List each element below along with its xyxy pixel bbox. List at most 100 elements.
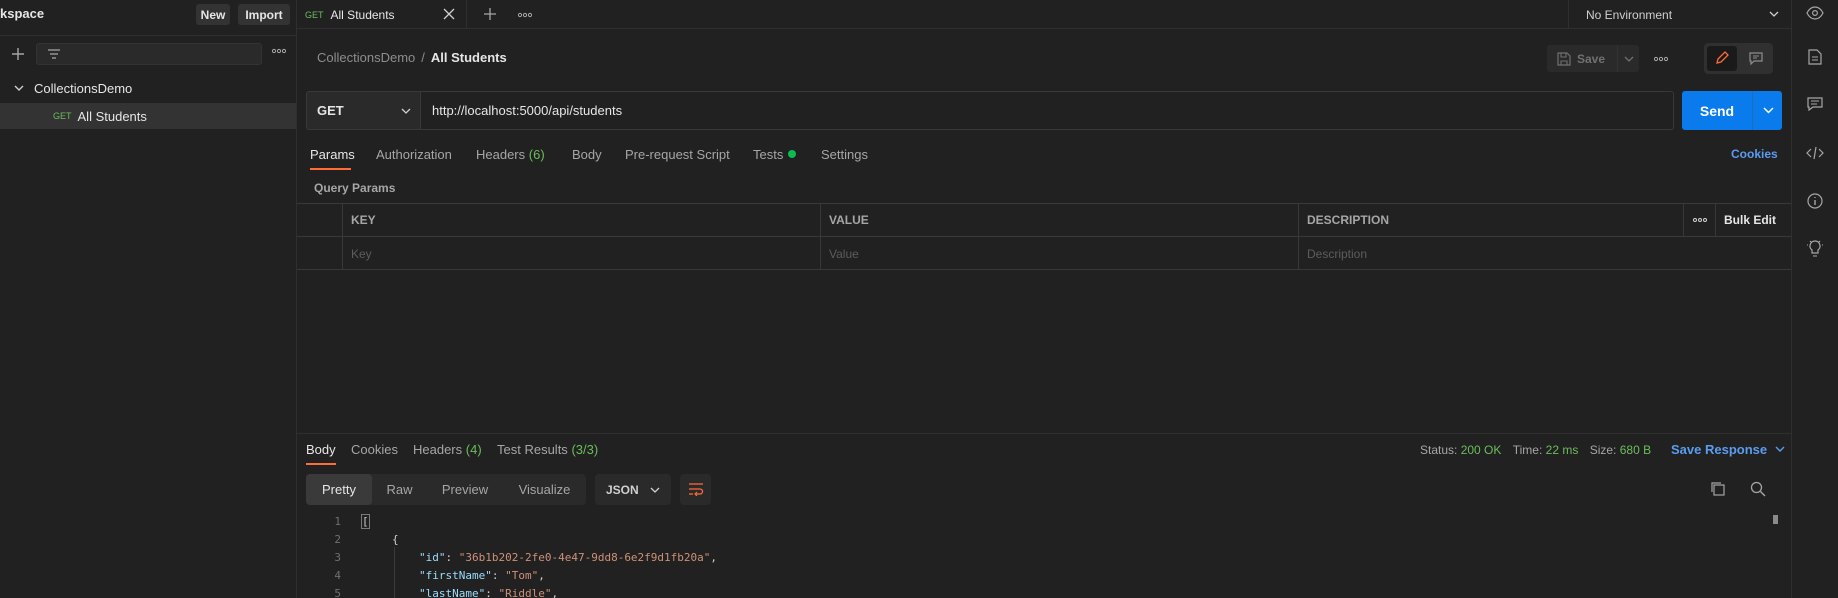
json-key: "id": [419, 551, 446, 564]
filter-icon: [47, 48, 61, 60]
tab-prerequest-script[interactable]: Pre-request Script: [625, 147, 730, 162]
new-button[interactable]: New: [196, 4, 230, 25]
param-key-input[interactable]: Key: [343, 237, 821, 270]
params-row-checkbox: [297, 237, 343, 270]
wrap-icon: [688, 482, 704, 496]
view-pretty-button[interactable]: Pretty: [306, 474, 372, 505]
json-key: "lastName": [419, 587, 486, 598]
sidebar-request-item[interactable]: GET All Students: [0, 103, 296, 129]
response-divider[interactable]: [297, 433, 1791, 434]
save-response-button[interactable]: Save Response: [1671, 442, 1785, 457]
comments-icon[interactable]: [1807, 97, 1823, 111]
breadcrumb-collection[interactable]: CollectionsDemo: [317, 50, 415, 65]
tab-headers-label: Headers: [476, 147, 526, 162]
import-button[interactable]: Import: [238, 4, 290, 25]
response-view-switcher: Pretty Raw Preview Visualize: [306, 474, 586, 505]
line-number: 2: [334, 533, 341, 546]
collection-row[interactable]: CollectionsDemo: [0, 77, 296, 99]
new-tab-icon[interactable]: [483, 7, 497, 21]
line-number: 1: [334, 515, 341, 528]
tab-title: All Students: [330, 7, 395, 22]
params-more-icon[interactable]: [1684, 204, 1716, 237]
cookies-link[interactable]: Cookies: [1731, 147, 1778, 161]
add-collection-icon[interactable]: [10, 46, 26, 62]
view-raw-button[interactable]: Raw: [372, 474, 427, 505]
response-body-viewer[interactable]: 1 [ 2 { 3 "id": "36b1b202-2fe0-4e47-9dd8…: [297, 514, 1777, 598]
tab-authorization[interactable]: Authorization: [376, 147, 452, 162]
chevron-down-icon: [650, 486, 660, 494]
http-method-select[interactable]: GET: [306, 91, 421, 130]
save-options-dropdown[interactable]: [1617, 45, 1639, 72]
status-value[interactable]: 200 OK: [1461, 443, 1502, 457]
tests-status-dot: [788, 150, 797, 158]
http-method-label: GET: [317, 103, 344, 118]
send-label: Send: [1699, 102, 1735, 119]
tab-headers[interactable]: Headers (6): [476, 147, 545, 162]
view-preview-button[interactable]: Preview: [427, 474, 503, 505]
eye-icon[interactable]: [1806, 6, 1824, 20]
breadcrumb-request[interactable]: All Students: [431, 50, 507, 65]
wrap-lines-button[interactable]: [680, 474, 711, 505]
send-options-dropdown[interactable]: [1752, 91, 1782, 130]
response-tab-cookies[interactable]: Cookies: [351, 442, 398, 457]
sidebar-more-icon[interactable]: [272, 48, 286, 54]
chevron-down-icon[interactable]: [14, 84, 24, 92]
collection-name: CollectionsDemo: [34, 80, 133, 96]
info-icon[interactable]: [1807, 193, 1823, 209]
tab-all-students[interactable]: GET All Students: [297, 0, 467, 29]
param-value-input[interactable]: Value: [821, 237, 1299, 270]
response-format-select[interactable]: JSON: [595, 474, 671, 505]
search-icon[interactable]: [1750, 481, 1766, 497]
tab-params[interactable]: Params: [310, 147, 355, 162]
response-headers-count: (4): [465, 442, 482, 457]
request-more-icon[interactable]: [1654, 56, 1668, 62]
params-header-checkbox-col: [297, 204, 343, 237]
code-line: 4 "firstName": "Tom",: [297, 569, 1777, 587]
tab-tests[interactable]: Tests: [753, 147, 797, 162]
code-line: 3 "id": "36b1b202-2fe0-4e47-9dd8-6e2f9d1…: [297, 551, 1777, 569]
params-header-value: VALUE: [821, 204, 1299, 237]
params-header-description: DESCRIPTION: [1299, 204, 1684, 237]
view-visualize-button[interactable]: Visualize: [503, 474, 586, 505]
copy-icon[interactable]: [1710, 481, 1726, 497]
tab-headers-count: (6): [528, 147, 545, 162]
response-headers-label: Headers: [413, 442, 463, 457]
lightbulb-icon[interactable]: [1807, 240, 1823, 258]
line-number: 4: [334, 569, 341, 582]
param-description-input[interactable]: Description: [1299, 237, 1791, 270]
params-table: KEY VALUE DESCRIPTION Bulk Edit Key Valu…: [297, 203, 1791, 270]
sidebar-filter-input[interactable]: [36, 43, 262, 65]
code-line: 2 {: [297, 533, 1777, 551]
scrollbar-thumb[interactable]: [1773, 515, 1778, 524]
active-tab-indicator: [310, 168, 351, 170]
tabs-more-icon[interactable]: [518, 12, 532, 18]
url-input[interactable]: http://localhost:5000/api/students: [421, 91, 1674, 130]
response-tab-body[interactable]: Body: [306, 442, 336, 457]
save-response-label: Save Response: [1671, 442, 1768, 457]
edit-mode-button[interactable]: [1707, 46, 1737, 71]
tab-settings[interactable]: Settings: [821, 147, 868, 162]
line-number: 3: [334, 551, 341, 564]
response-meta: Status: 200 OK Time: 22 ms Size: 680 B: [1420, 443, 1651, 457]
request-name: All Students: [77, 108, 147, 124]
request-method-badge: GET: [53, 111, 72, 121]
send-button[interactable]: Send: [1682, 91, 1782, 130]
mode-toggle: [1704, 43, 1773, 74]
time-value[interactable]: 22 ms: [1546, 443, 1579, 457]
comment-mode-button[interactable]: [1741, 46, 1771, 71]
close-icon[interactable]: [443, 8, 455, 20]
code-icon[interactable]: [1806, 146, 1824, 160]
test-results-label: Test Results: [497, 442, 568, 457]
pencil-icon: [1715, 51, 1729, 65]
tab-body[interactable]: Body: [572, 147, 602, 162]
size-label: Size:: [1589, 443, 1617, 457]
response-tab-test-results[interactable]: Test Results (3/3): [497, 442, 598, 457]
line-number: 5: [334, 587, 341, 598]
chevron-down-icon: [1769, 10, 1779, 18]
size-value[interactable]: 680 B: [1620, 443, 1651, 457]
environment-selector[interactable]: No Environment: [1568, 0, 1791, 29]
response-tab-headers[interactable]: Headers (4): [413, 442, 482, 457]
bulk-edit-button[interactable]: Bulk Edit: [1716, 204, 1791, 237]
sidebar-divider: [0, 35, 297, 36]
documentation-icon[interactable]: [1808, 49, 1822, 65]
